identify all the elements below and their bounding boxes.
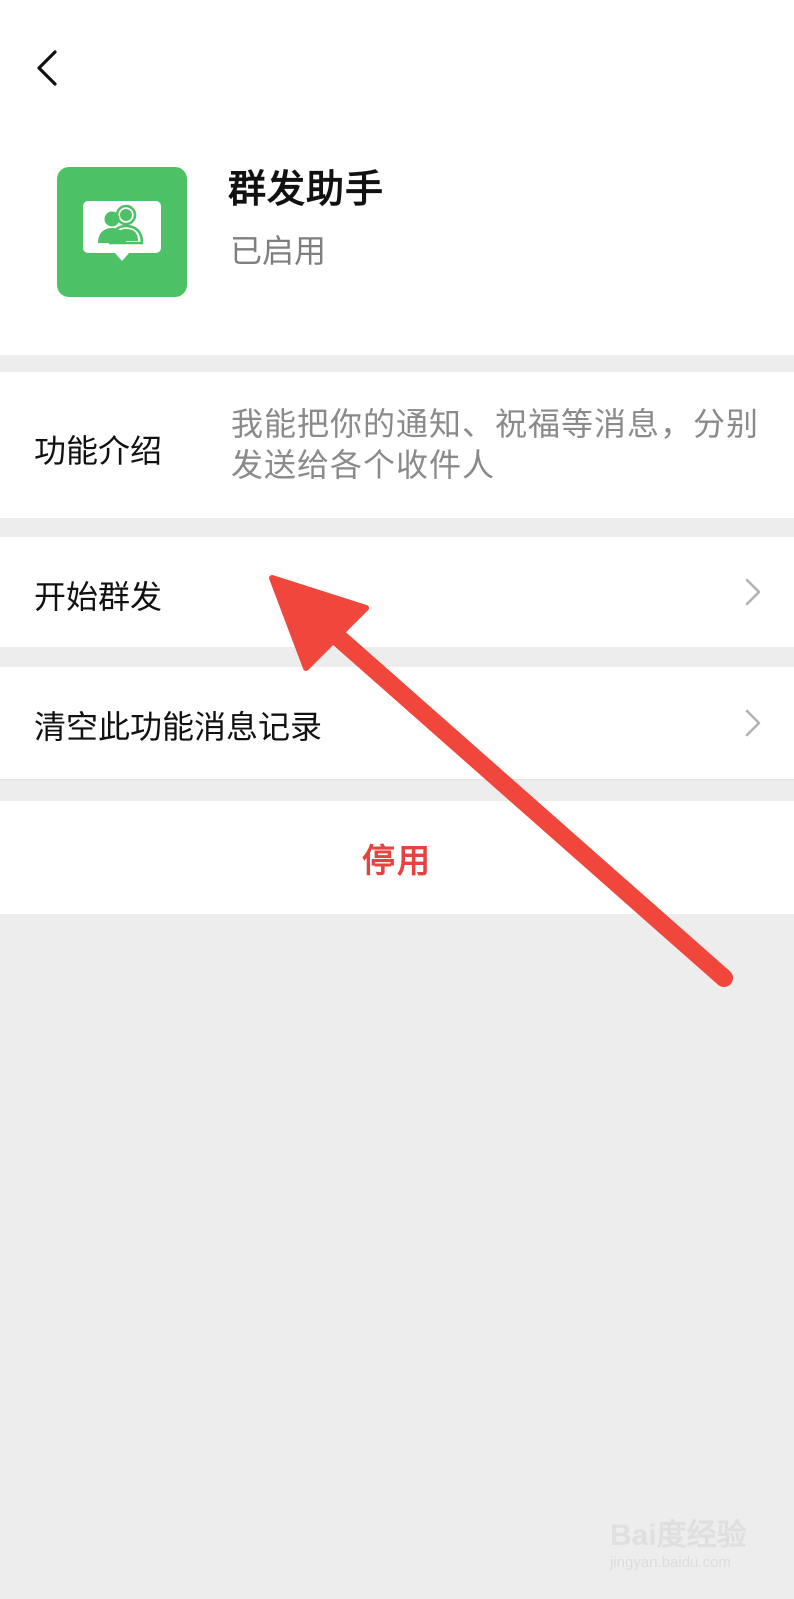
intro-description: 我能把你的通知、祝福等消息，分别发送给各个收件人 xyxy=(231,405,760,484)
start-broadcast-row[interactable]: 开始群发 xyxy=(0,537,794,647)
watermark-logo: Bai度经验 xyxy=(610,1519,747,1552)
disable-label: 停用 xyxy=(362,840,432,880)
watermark: Bai度经验 jingyan.baidu.com xyxy=(606,1510,776,1580)
back-button[interactable] xyxy=(22,44,70,92)
chevron-right-icon xyxy=(745,709,761,737)
intro-cell: 功能介绍 我能把你的通知、祝福等消息，分别发送给各个收件人 xyxy=(0,372,794,518)
header-section: 群发助手 已启用 xyxy=(0,0,794,355)
chevron-right-icon xyxy=(745,578,761,606)
start-broadcast-label: 开始群发 xyxy=(34,578,163,616)
app-name: 群发助手 xyxy=(228,167,385,211)
app-icon xyxy=(57,167,187,297)
chevron-left-icon xyxy=(37,50,57,86)
watermark-url: jingyan.baidu.com xyxy=(610,1554,731,1571)
disable-button[interactable]: 停用 xyxy=(0,801,794,914)
clear-history-label: 清空此功能消息记录 xyxy=(34,708,323,746)
group-people-icon xyxy=(83,201,161,261)
app-status: 已启用 xyxy=(230,232,327,270)
intro-label: 功能介绍 xyxy=(34,432,163,470)
clear-history-row[interactable]: 清空此功能消息记录 xyxy=(0,667,794,780)
